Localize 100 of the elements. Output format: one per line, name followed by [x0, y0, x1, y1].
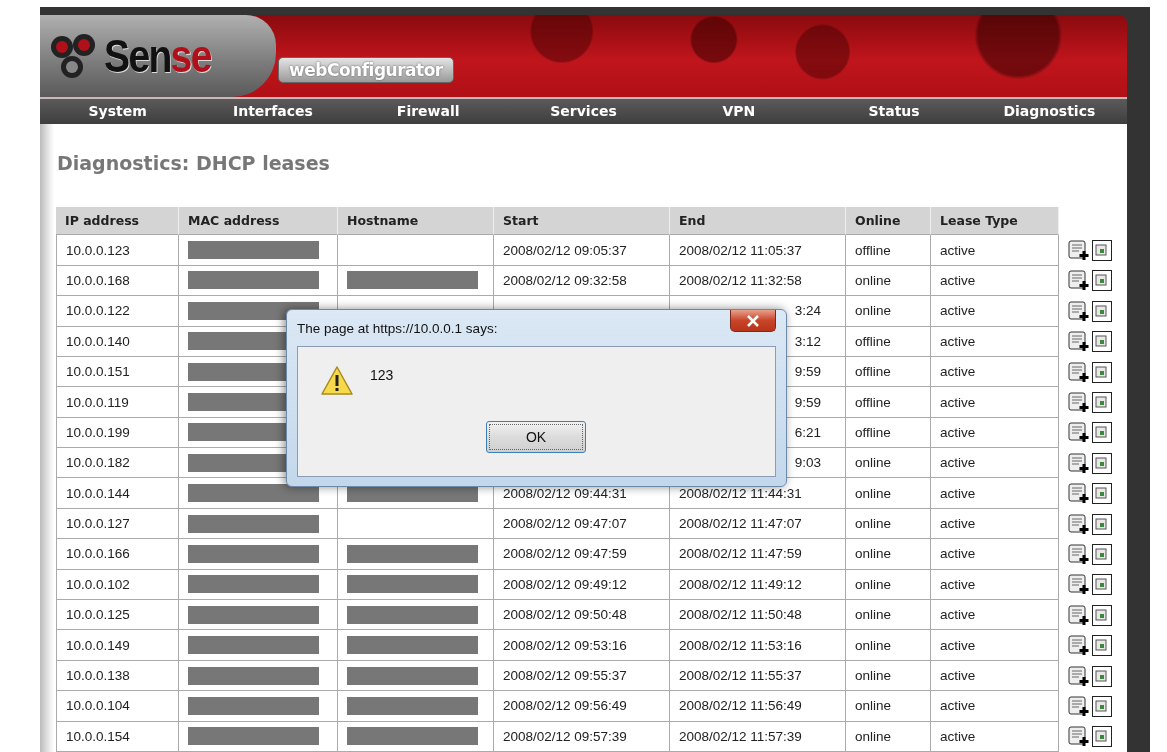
table-cell: active — [931, 721, 1059, 752]
table-cell: 2008/02/12 09:05:37 — [494, 235, 670, 266]
table-cell: active — [931, 235, 1059, 266]
table-cell: 2008/02/12 11:47:07 — [670, 508, 846, 540]
table-cell: active — [931, 356, 1059, 388]
table-cell: offline — [846, 356, 931, 388]
framed-square-icon[interactable] — [1092, 726, 1112, 748]
table-cell: 10.0.0.149 — [56, 630, 179, 661]
table-cell: active — [931, 660, 1059, 692]
table-cell: online — [846, 691, 931, 722]
document-plus-icon[interactable] — [1068, 635, 1090, 657]
document-plus-icon[interactable] — [1068, 361, 1090, 383]
table-cell: online — [846, 569, 931, 601]
column-header: IP address — [56, 206, 179, 235]
table-cell: active — [931, 508, 1059, 540]
table-cell: 10.0.0.138 — [56, 660, 179, 692]
dialog-message: 123 — [370, 367, 394, 383]
framed-square-icon[interactable] — [1092, 392, 1112, 413]
document-plus-icon[interactable] — [1068, 513, 1090, 535]
nav-item[interactable]: Interfaces — [232, 103, 313, 120]
framed-square-icon[interactable] — [1092, 574, 1112, 596]
table-cell: active — [931, 600, 1059, 631]
table-cell: 10.0.0.140 — [56, 326, 179, 357]
table-cell: online — [846, 539, 931, 570]
document-plus-icon[interactable] — [1068, 422, 1090, 444]
close-button[interactable] — [730, 310, 776, 332]
table-cell: 2008/02/12 11:50:48 — [670, 600, 846, 631]
nav-item[interactable]: System — [88, 103, 147, 120]
table-cell: 2008/02/12 11:57:39 — [670, 721, 846, 752]
nav-item[interactable]: VPN — [722, 103, 756, 120]
framed-square-icon[interactable] — [1092, 543, 1112, 565]
close-icon — [746, 314, 760, 327]
column-header: Lease Type — [931, 206, 1059, 235]
column-header: MAC address — [179, 206, 338, 235]
document-plus-icon[interactable] — [1068, 543, 1090, 565]
document-plus-icon[interactable] — [1068, 300, 1090, 322]
table-cell: 10.0.0.123 — [56, 235, 179, 266]
table-cell: active — [931, 387, 1059, 418]
nav-item[interactable]: Status — [868, 103, 920, 120]
nav-item[interactable]: Services — [550, 103, 617, 120]
table-cell: active — [931, 691, 1059, 722]
table-cell: 2008/02/12 11:55:37 — [670, 660, 846, 692]
framed-square-icon[interactable] — [1092, 483, 1112, 505]
table-cell: offline — [846, 235, 931, 266]
table-cell: online — [846, 721, 931, 752]
table-cell: online — [846, 478, 931, 509]
table-cell: active — [931, 417, 1059, 449]
nav-item[interactable]: Firewall — [396, 103, 460, 120]
table-cell: 10.0.0.151 — [56, 356, 179, 388]
framed-square-icon[interactable] — [1092, 513, 1112, 535]
table-cell: 2008/02/12 09:55:37 — [494, 660, 670, 692]
table-cell: 2008/02/12 09:50:48 — [494, 600, 670, 631]
table-cell: 10.0.0.125 — [56, 600, 179, 631]
table-cell: online — [846, 265, 931, 297]
framed-square-icon[interactable] — [1092, 270, 1112, 292]
framed-square-icon[interactable] — [1092, 452, 1112, 474]
table-cell: online — [846, 448, 931, 479]
framed-square-icon[interactable] — [1092, 300, 1112, 322]
logo-wordmark: Sense — [104, 28, 211, 83]
table-cell: active — [931, 448, 1059, 479]
document-plus-icon[interactable] — [1068, 270, 1090, 292]
document-plus-icon[interactable] — [1068, 726, 1090, 748]
framed-square-icon[interactable] — [1092, 665, 1112, 687]
table-cell: 2008/02/12 09:49:12 — [494, 569, 670, 601]
nav-item[interactable]: Diagnostics — [1003, 103, 1096, 120]
table-cell: 2008/02/12 09:57:39 — [494, 721, 670, 752]
table-cell: 10.0.0.182 — [56, 448, 179, 479]
framed-square-icon[interactable] — [1092, 635, 1112, 657]
table-cell: offline — [846, 417, 931, 449]
framed-square-icon[interactable] — [1092, 695, 1112, 717]
table-cell: active — [931, 265, 1059, 297]
column-header: End — [670, 206, 846, 235]
document-plus-icon[interactable] — [1068, 695, 1090, 717]
document-plus-icon[interactable] — [1068, 604, 1090, 626]
table-cell: offline — [846, 387, 931, 418]
document-plus-icon[interactable] — [1068, 483, 1090, 505]
table-cell: 2008/02/12 09:56:49 — [494, 691, 670, 722]
table-cell: 2008/02/12 11:53:16 — [670, 630, 846, 661]
table-cell: 2008/02/12 09:47:07 — [494, 508, 670, 540]
document-plus-icon[interactable] — [1068, 392, 1090, 413]
table-cell: online — [846, 630, 931, 661]
warning-icon — [320, 365, 354, 397]
table-cell: active — [931, 630, 1059, 661]
table-cell: online — [846, 600, 931, 631]
table-cell: 10.0.0.144 — [56, 478, 179, 509]
table-cell: active — [931, 478, 1059, 509]
ok-button[interactable]: OK — [486, 421, 586, 453]
table-cell: 2008/02/12 11:05:37 — [670, 235, 846, 266]
framed-square-icon[interactable] — [1092, 604, 1112, 626]
framed-square-icon[interactable] — [1092, 240, 1112, 262]
document-plus-icon[interactable] — [1068, 240, 1090, 262]
table-cell: offline — [846, 326, 931, 357]
document-plus-icon[interactable] — [1068, 574, 1090, 596]
framed-square-icon[interactable] — [1092, 331, 1112, 353]
table-cell: online — [846, 660, 931, 692]
document-plus-icon[interactable] — [1068, 331, 1090, 353]
document-plus-icon[interactable] — [1068, 452, 1090, 474]
document-plus-icon[interactable] — [1068, 665, 1090, 687]
framed-square-icon[interactable] — [1092, 422, 1112, 444]
framed-square-icon[interactable] — [1092, 361, 1112, 383]
